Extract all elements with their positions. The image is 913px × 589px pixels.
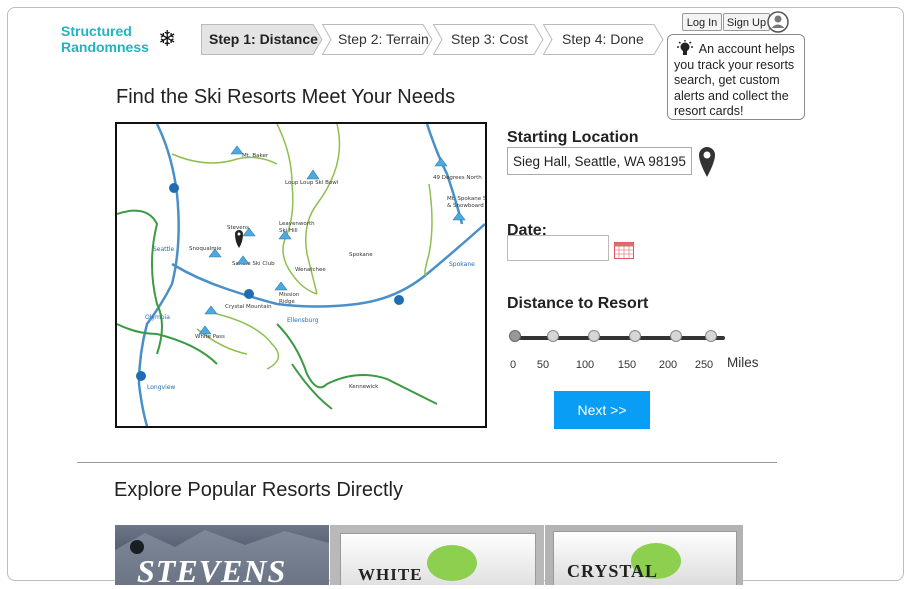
svg-text:Mission: Mission xyxy=(279,292,300,298)
step-4-done[interactable]: Step 4: Done xyxy=(543,24,665,55)
svg-text:Seattle: Seattle xyxy=(153,246,175,253)
step-3-cost[interactable]: Step 3: Cost xyxy=(433,24,545,55)
slider-stop-100[interactable] xyxy=(588,330,600,342)
resort-card-stevens[interactable]: STEVENS xyxy=(115,525,329,585)
login-button[interactable]: Log In xyxy=(682,13,722,31)
section-divider xyxy=(77,462,777,463)
svg-text:White Pass: White Pass xyxy=(195,334,225,340)
slider-stop-250[interactable] xyxy=(705,330,717,342)
starting-location-label: Starting Location xyxy=(507,129,639,146)
tick-150: 150 xyxy=(617,359,637,371)
slider-track[interactable] xyxy=(512,336,725,340)
slider-stop-200[interactable] xyxy=(670,330,682,342)
svg-text:Ridge: Ridge xyxy=(279,299,295,305)
tick-100: 100 xyxy=(575,359,595,371)
svg-text:Spokane: Spokane xyxy=(349,252,373,258)
brand-line1: Structured xyxy=(61,23,132,39)
user-avatar-icon[interactable] xyxy=(767,11,789,33)
slider-thumb[interactable] xyxy=(509,330,521,342)
account-tooltip: An account helps you track your resorts … xyxy=(667,34,805,120)
svg-text:Ellensburg: Ellensburg xyxy=(287,317,319,324)
resort-card-white[interactable]: WHITE xyxy=(330,525,544,585)
svg-text:Wenatchee: Wenatchee xyxy=(295,267,326,273)
calendar-icon[interactable] xyxy=(614,240,634,259)
slider-stop-50[interactable] xyxy=(547,330,559,342)
brand-logo[interactable]: Structured Randomness xyxy=(61,23,149,55)
resort-card-crystal[interactable]: CRYSTAL xyxy=(545,525,743,585)
card-white-text: WHITE xyxy=(358,565,423,584)
svg-text:Olympia: Olympia xyxy=(145,314,170,321)
svg-text:Kennewick: Kennewick xyxy=(349,384,379,390)
step-2-terrain[interactable]: Step 2: Terrain xyxy=(322,24,434,55)
svg-text:Spokane: Spokane xyxy=(449,261,475,268)
svg-text:Snoqualmie: Snoqualmie xyxy=(189,246,222,252)
step-1-distance[interactable]: Step 1: Distance xyxy=(201,24,323,55)
svg-text:Stevens: Stevens xyxy=(227,225,249,231)
svg-text:Leavenworth: Leavenworth xyxy=(279,221,315,227)
explore-title: Explore Popular Resorts Directly xyxy=(114,479,403,501)
lightbulb-icon xyxy=(677,40,693,55)
tick-0: 0 xyxy=(509,359,517,371)
svg-text:Mt. Spokane Ski: Mt. Spokane Ski xyxy=(447,196,485,202)
svg-text:49 Degrees North: 49 Degrees North xyxy=(433,175,482,181)
slider-stop-150[interactable] xyxy=(629,330,641,342)
date-input[interactable] xyxy=(507,235,609,261)
step-3-label: Step 3: Cost xyxy=(451,31,529,47)
snowflake-icon: ❄ xyxy=(158,26,177,51)
card-stevens-text: STEVENS xyxy=(137,553,287,585)
tick-50: 50 xyxy=(536,359,550,371)
step-1-label: Step 1: Distance xyxy=(209,31,318,47)
step-4-label: Step 4: Done xyxy=(562,31,644,47)
starting-location-input[interactable] xyxy=(507,147,692,175)
svg-text:Longview: Longview xyxy=(147,384,175,391)
svg-text:Loup Loup Ski Bowl: Loup Loup Ski Bowl xyxy=(285,180,339,186)
map-location-pin-icon xyxy=(235,230,243,248)
svg-text:Mt. Baker: Mt. Baker xyxy=(242,153,269,159)
resort-map[interactable]: Mt. Baker Loup Loup Ski Bowl 49 Degrees … xyxy=(115,122,487,428)
location-pin-icon[interactable] xyxy=(697,146,717,178)
brand-line2: Randomness xyxy=(61,39,149,55)
card-crystal-text: CRYSTAL xyxy=(567,561,659,581)
svg-text:Ski Hill: Ski Hill xyxy=(279,228,298,234)
page-title: Find the Ski Resorts Meet Your Needs xyxy=(116,86,456,108)
distance-label: Distance to Resort xyxy=(507,295,649,312)
signup-button[interactable]: Sign Up xyxy=(723,13,770,31)
svg-text:& Snowboard Park: & Snowboard Park xyxy=(447,203,485,209)
tick-200: 200 xyxy=(658,359,678,371)
svg-text:Crystal Mountain: Crystal Mountain xyxy=(225,304,272,310)
tick-250: 250 xyxy=(694,359,714,371)
next-button[interactable]: Next >> xyxy=(554,391,650,429)
miles-unit: Miles xyxy=(727,355,759,370)
step-2-label: Step 2: Terrain xyxy=(338,31,429,47)
